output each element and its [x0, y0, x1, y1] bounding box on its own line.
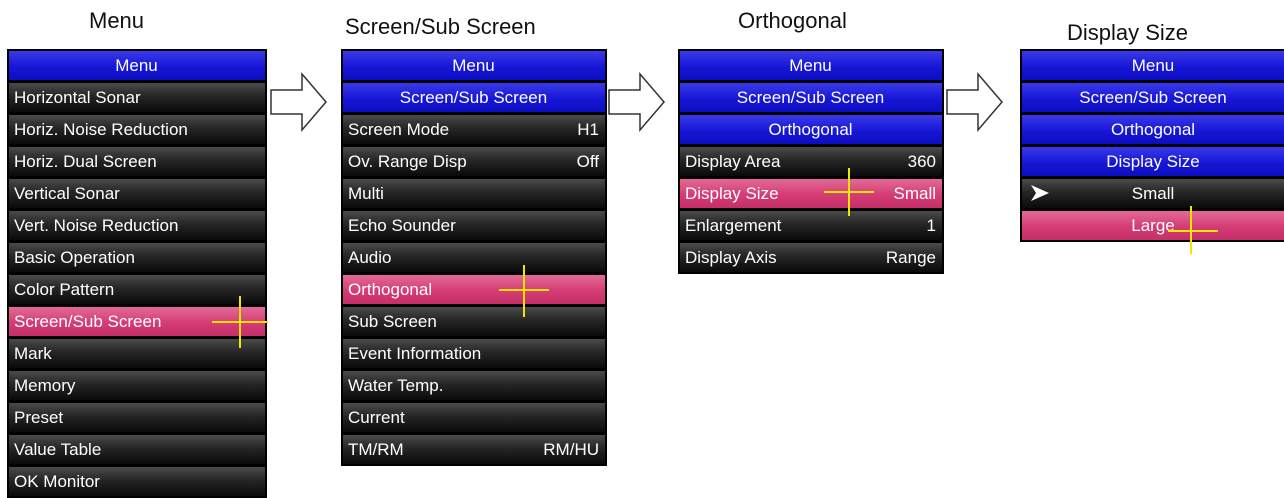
header-label: Screen/Sub Screen — [736, 87, 885, 107]
menu-item-orthogonal[interactable]: Orthogonal — [343, 275, 605, 304]
right-arrow-icon — [946, 72, 1003, 132]
menu-item-screen-sub-screen[interactable]: Screen/Sub Screen — [9, 307, 265, 336]
menu-item-label: Display Axis — [685, 247, 777, 267]
breadcrumb-header-menu: Menu — [1022, 51, 1284, 80]
breadcrumb-header-screen-sub-screen: Screen/Sub Screen — [680, 83, 942, 112]
display-size-panel: Menu Screen/Sub Screen Orthogonal Display S… — [1020, 49, 1284, 242]
menu-item-label: Multi — [348, 183, 384, 203]
menu-item-event-information[interactable]: Event Information — [343, 339, 605, 368]
breadcrumb-header-menu: Menu — [343, 51, 605, 80]
right-arrow-icon — [608, 72, 665, 132]
menu-item-label: Enlargement — [685, 215, 782, 235]
breadcrumb-header-screen-sub-screen: Screen/Sub Screen — [343, 83, 605, 112]
menu-header: Menu — [9, 51, 265, 80]
right-arrow-icon — [270, 72, 327, 132]
option-large[interactable]: Large — [1022, 211, 1284, 240]
menu-item-multi[interactable]: Multi — [343, 179, 605, 208]
menu-item-mark[interactable]: Mark — [9, 339, 265, 368]
menu-item-label: Water Temp. — [348, 375, 444, 395]
option-small[interactable]: Small — [1022, 179, 1284, 208]
header-label: Orthogonal — [1110, 119, 1196, 139]
header-label: Menu — [1131, 55, 1175, 75]
menu-item-label: Ov. Range Disp — [348, 151, 467, 171]
menu-item-display-size[interactable]: Display Size Small — [680, 179, 942, 208]
menu-item-memory[interactable]: Memory — [9, 371, 265, 400]
menu-item-value: 1 — [926, 215, 936, 235]
menu-item-color-pattern[interactable]: Color Pattern — [9, 275, 265, 304]
menu-item-label: Basic Operation — [14, 247, 135, 267]
menu-item-horizontal-sonar[interactable]: Horizontal Sonar — [9, 83, 265, 112]
menu-item-sub-screen[interactable]: Sub Screen — [343, 307, 605, 336]
breadcrumb-header-menu: Menu — [680, 51, 942, 80]
menu-item-water-temp[interactable]: Water Temp. — [343, 371, 605, 400]
caption-screen-sub-screen: Screen/Sub Screen — [345, 14, 536, 39]
menu-item-value: 360 — [907, 151, 936, 171]
menu-item-label: Horiz. Noise Reduction — [14, 119, 188, 139]
menu-item-value: H1 — [577, 119, 599, 139]
menu-item-label: Horizontal Sonar — [14, 87, 141, 107]
menu-item-label: Mark — [14, 343, 52, 363]
option-label: Large — [1131, 215, 1175, 235]
menu-item-label: Vert. Noise Reduction — [14, 215, 179, 235]
header-label: Display Size — [1106, 151, 1200, 171]
menu-item-screen-mode[interactable]: Screen Mode H1 — [343, 115, 605, 144]
menu-item-label: Color Pattern — [14, 279, 115, 299]
menu-item-label: Sub Screen — [348, 311, 437, 331]
menu-item-label: Display Area — [685, 151, 781, 171]
menu-item-value-table[interactable]: Value Table — [9, 435, 265, 464]
menu-item-label: Vertical Sonar — [14, 183, 120, 203]
header-label: Menu — [452, 55, 495, 75]
menu-item-display-axis[interactable]: Display Axis Range — [680, 243, 942, 272]
menu-item-label: OK Monitor — [14, 471, 100, 491]
menu-item-label: Horiz. Dual Screen — [14, 151, 157, 171]
menu-item-value: RM/HU — [543, 439, 599, 459]
caption-orthogonal: Orthogonal — [738, 8, 847, 33]
menu-item-label: Event Information — [348, 343, 482, 363]
header-label: Screen/Sub Screen — [1079, 87, 1227, 107]
menu-item-label: Preset — [14, 407, 64, 427]
menu-item-value: Small — [893, 183, 936, 203]
menu-item-audio[interactable]: Audio — [343, 243, 605, 272]
menu-item-label: Orthogonal — [348, 279, 433, 299]
menu-item-echo-sounder[interactable]: Echo Sounder — [343, 211, 605, 240]
menu-item-label: Value Table — [14, 439, 102, 459]
breadcrumb-header-display-size: Display Size — [1022, 147, 1284, 176]
menu-item-basic-operation[interactable]: Basic Operation — [9, 243, 265, 272]
menu-item-label: Display Size — [685, 183, 779, 203]
option-label: Small — [1131, 183, 1175, 203]
caption-menu: Menu — [89, 8, 145, 33]
menu-header-label: Menu — [115, 55, 158, 75]
menu-item-value: Off — [576, 151, 599, 171]
menu-panel: Menu Horizontal Sonar Horiz. Noise Reduct… — [7, 49, 267, 498]
header-label: Orthogonal — [768, 119, 853, 139]
menu-item-tm-rm[interactable]: TM/RM RM/HU — [343, 435, 605, 464]
menu-item-horiz-dual-screen[interactable]: Horiz. Dual Screen — [9, 147, 265, 176]
menu-item-preset[interactable]: Preset — [9, 403, 265, 432]
menu-item-ov-range-disp[interactable]: Ov. Range Disp Off — [343, 147, 605, 176]
menu-item-label: Current — [348, 407, 405, 427]
caption-display-size: Display Size — [1067, 20, 1189, 45]
menu-item-label: Memory — [14, 375, 76, 395]
menu-item-vertical-sonar[interactable]: Vertical Sonar — [9, 179, 265, 208]
menu-item-horiz-noise-reduction[interactable]: Horiz. Noise Reduction — [9, 115, 265, 144]
header-label: Screen/Sub Screen — [399, 87, 548, 107]
menu-item-display-area[interactable]: Display Area 360 — [680, 147, 942, 176]
menu-item-label: Screen Mode — [348, 119, 450, 139]
check-arrow-icon — [1031, 185, 1049, 201]
menu-item-value: Range — [885, 247, 936, 267]
breadcrumb-header-orthogonal: Orthogonal — [680, 115, 942, 144]
menu-item-current[interactable]: Current — [343, 403, 605, 432]
menu-item-enlargement[interactable]: Enlargement 1 — [680, 211, 942, 240]
menu-item-label: TM/RM — [348, 439, 404, 459]
header-label: Menu — [789, 55, 832, 75]
menu-item-label: Screen/Sub Screen — [14, 311, 162, 331]
orthogonal-panel: Menu Screen/Sub Screen Orthogonal Display A… — [678, 49, 944, 274]
breadcrumb-header-orthogonal: Orthogonal — [1022, 115, 1284, 144]
menu-item-label: Audio — [348, 247, 392, 267]
menu-item-vert-noise-reduction[interactable]: Vert. Noise Reduction — [9, 211, 265, 240]
menu-item-ok-monitor[interactable]: OK Monitor — [9, 467, 265, 496]
breadcrumb-header-screen-sub-screen: Screen/Sub Screen — [1022, 83, 1284, 112]
menu-item-label: Echo Sounder — [348, 215, 456, 235]
screen-sub-screen-panel: Menu Screen/Sub Screen Screen Mode H1 Ov. Ra… — [341, 49, 607, 466]
